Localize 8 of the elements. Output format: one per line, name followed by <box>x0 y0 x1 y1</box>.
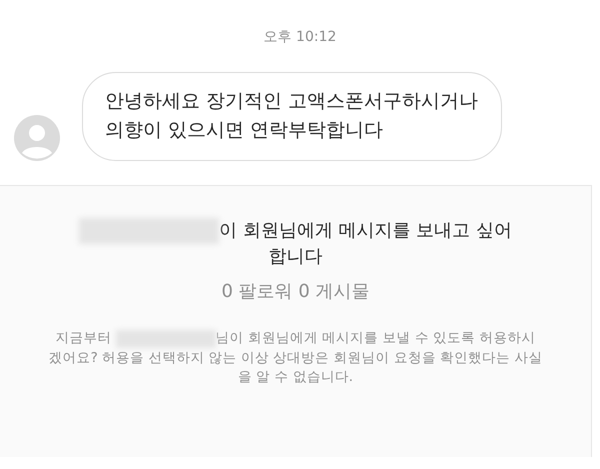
message-timestamp: 오후 10:12 <box>264 29 336 45</box>
request-heading: 이 회원님에게 메시지를 보내고 싶어 합니다 <box>219 220 512 267</box>
notice-text: 지금부터 <box>56 329 112 348</box>
message-bubble: 안녕하세요 장기적인 고액스폰서구하시거나 의향이 있으시면 연락부탁합니다 <box>82 72 502 161</box>
profile-stats: 0 팔로워 0 게시물 <box>221 280 370 304</box>
notice-text: 겠어요? 허용을 선택하지 않는 이상 상대방은 회원님이 요청을 확인했다는 사실을 알 수 없습니다. <box>48 348 544 388</box>
notice-text: 님이 회원님에게 메시지를 보낼 수 있도록 허용하시 <box>216 329 536 348</box>
avatar-icon[interactable] <box>14 114 60 161</box>
